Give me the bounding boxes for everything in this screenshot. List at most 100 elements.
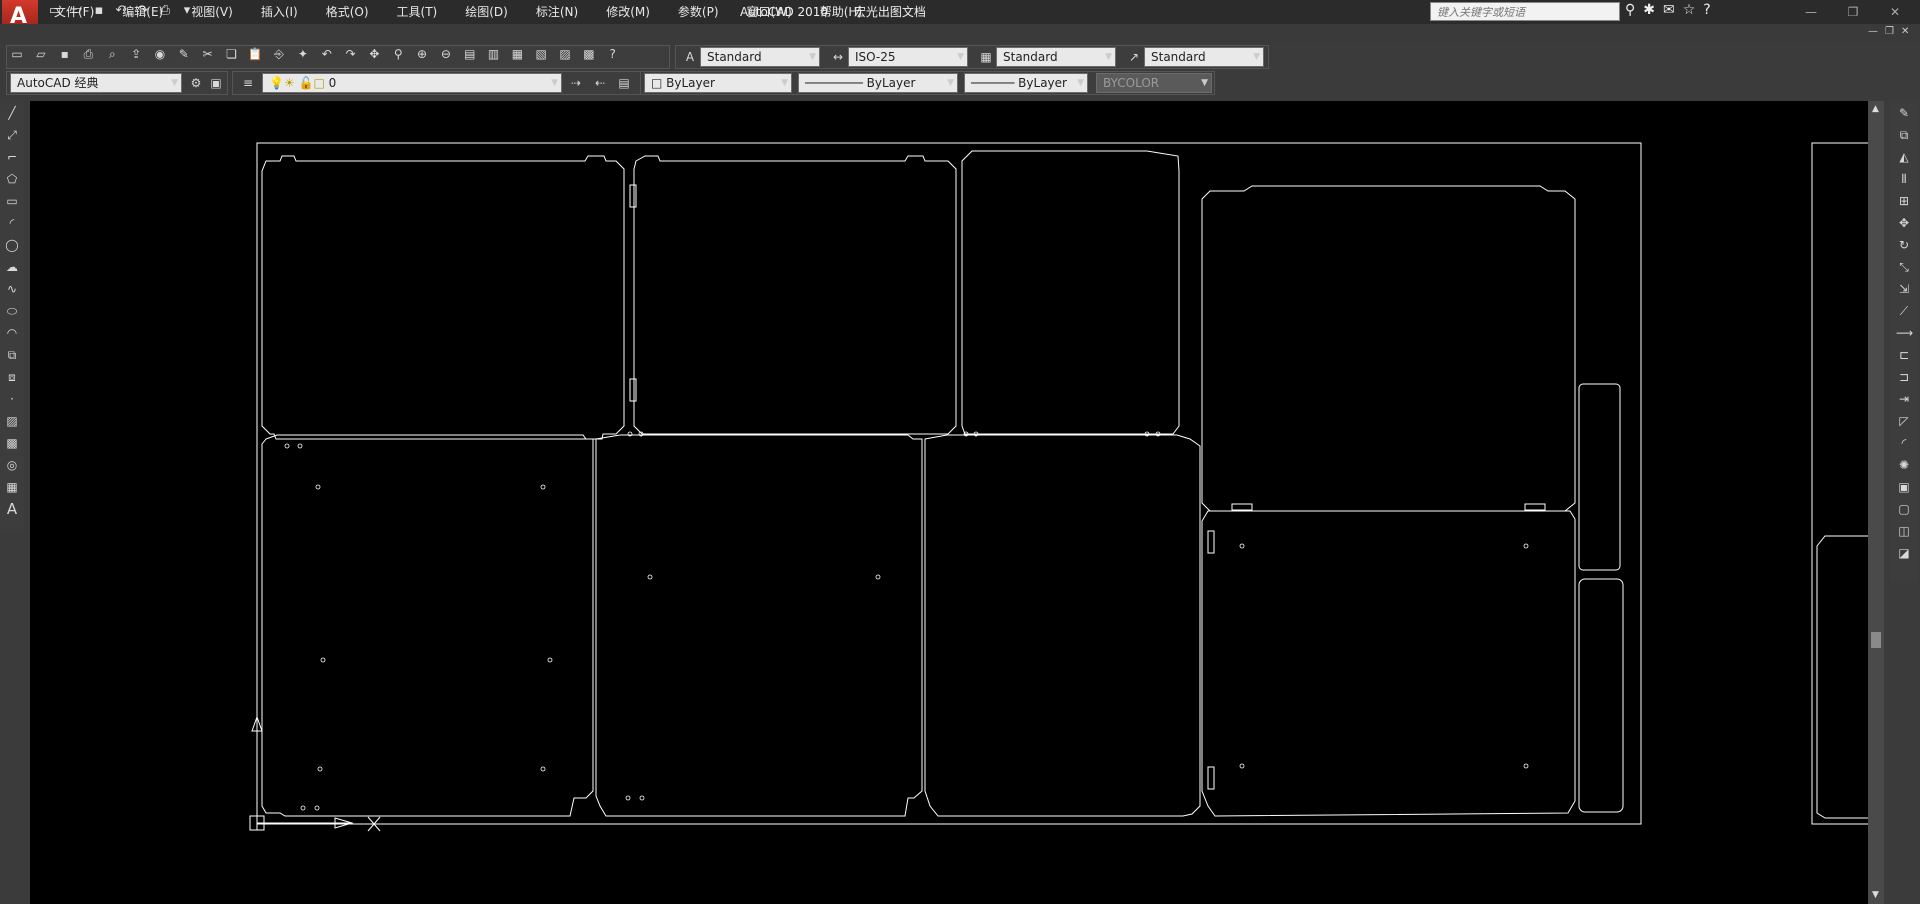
revision-cloud-icon[interactable]: ☁ bbox=[4, 259, 20, 275]
break-at-point-icon[interactable]: ⊏ bbox=[1896, 347, 1912, 363]
menu-item[interactable]: 文件(F) bbox=[54, 3, 94, 20]
scale-icon[interactable]: ⤡ bbox=[1896, 259, 1912, 275]
menu-item[interactable]: 窗口(W) bbox=[747, 3, 792, 20]
tool-palettes-icon[interactable]: ▦ bbox=[509, 46, 525, 62]
menu-item[interactable]: 参数(P) bbox=[678, 3, 719, 20]
array-icon[interactable]: ⊞ bbox=[1896, 193, 1912, 209]
etransmit-icon[interactable]: ✎ bbox=[176, 46, 192, 62]
plot-preview-icon[interactable]: ⌕ bbox=[104, 46, 120, 62]
dim-style-select[interactable]: ISO-25 ▼ bbox=[848, 47, 968, 67]
publish-icon[interactable]: ⇪ bbox=[128, 46, 144, 62]
save-icon[interactable]: ▪ bbox=[57, 46, 73, 62]
workspace-select[interactable]: AutoCAD 经典 ▼ bbox=[10, 73, 182, 93]
layer-properties-icon[interactable]: ≡ bbox=[240, 75, 256, 91]
menu-item[interactable]: 绘图(D) bbox=[465, 3, 508, 20]
zoom-realtime-icon[interactable]: ⚲ bbox=[390, 46, 406, 62]
subscription-icon[interactable]: ✱ bbox=[1643, 2, 1655, 18]
favorites-star-icon[interactable]: ☆ bbox=[1683, 2, 1696, 18]
explode-icon[interactable]: ✺ bbox=[1896, 457, 1912, 473]
trim-icon[interactable]: ⟋ bbox=[1896, 303, 1912, 319]
region-icon[interactable]: ◎ bbox=[4, 457, 20, 473]
minimize-icon[interactable]: — bbox=[1790, 1, 1832, 23]
chamfer-icon[interactable]: ◸ bbox=[1896, 413, 1912, 429]
help-icon[interactable]: ? bbox=[1703, 2, 1710, 18]
move-icon[interactable]: ✥ bbox=[1896, 215, 1912, 231]
binoculars-icon[interactable]: ⚲ bbox=[1625, 2, 1635, 18]
spline-icon[interactable]: ∿ bbox=[4, 281, 20, 297]
quickcalc-icon[interactable]: ▩ bbox=[581, 46, 597, 62]
scroll-down-icon[interactable]: ▼ bbox=[1872, 890, 1879, 900]
color-select[interactable]: □ ByLayer ▼ bbox=[644, 73, 792, 93]
linetype-select[interactable]: ──────── ByLayer ▼ bbox=[798, 73, 958, 93]
plot-icon[interactable]: ⎙ bbox=[80, 46, 96, 62]
close-icon[interactable]: ✕ bbox=[1874, 1, 1916, 23]
zoom-window-icon[interactable]: ⊕ bbox=[414, 46, 430, 62]
stretch-icon[interactable]: ⇲ bbox=[1896, 281, 1912, 297]
dim-style-icon[interactable]: ↔ bbox=[830, 49, 846, 65]
copy-object-icon[interactable]: ⧉ bbox=[1896, 127, 1912, 143]
construction-line-icon[interactable]: ⤢ bbox=[4, 127, 20, 143]
draworder-under-icon[interactable]: ◪ bbox=[1896, 545, 1912, 561]
draworder-above-icon[interactable]: ◫ bbox=[1896, 523, 1912, 539]
make-current-icon[interactable]: ⇢ bbox=[568, 75, 584, 91]
layer-state-icon[interactable]: ▤ bbox=[616, 75, 632, 91]
polygon-icon[interactable]: ⬠ bbox=[4, 171, 20, 187]
erase-icon[interactable]: ✎ bbox=[1896, 105, 1912, 121]
workspace-settings-icon[interactable]: ⚙ bbox=[188, 75, 204, 91]
extend-icon[interactable]: ⟶ bbox=[1896, 325, 1913, 341]
vertical-scrollbar[interactable] bbox=[1868, 101, 1884, 904]
hatch-icon[interactable]: ▨ bbox=[4, 413, 20, 429]
qnew-icon[interactable]: ▭ bbox=[9, 46, 25, 62]
doc-close-icon[interactable]: ✕ bbox=[1901, 26, 1909, 37]
break-icon[interactable]: ⊐ bbox=[1896, 369, 1912, 385]
join-icon[interactable]: ⇥ bbox=[1896, 391, 1912, 407]
markup-icon[interactable]: ▨ bbox=[557, 46, 573, 62]
multileader-style-icon[interactable]: ↗ bbox=[1126, 49, 1142, 65]
zoom-previous-icon[interactable]: ⊖ bbox=[438, 46, 454, 62]
search-input[interactable]: 键入关键字或短语 bbox=[1430, 2, 1620, 21]
undo-icon[interactable]: ↶ bbox=[319, 46, 335, 62]
layer-previous-icon[interactable]: ⇠ bbox=[592, 75, 608, 91]
text-style-icon[interactable]: A bbox=[682, 49, 698, 65]
multiline-text-icon[interactable]: A bbox=[4, 501, 20, 517]
offset-icon[interactable]: ⫴ bbox=[1896, 171, 1912, 187]
table-icon[interactable]: ▦ bbox=[4, 479, 20, 495]
fillet-icon[interactable]: ◜ bbox=[1896, 435, 1912, 451]
cut-icon[interactable]: ✂ bbox=[200, 46, 216, 62]
drawing-area[interactable] bbox=[30, 101, 1868, 904]
insert-block-icon[interactable]: ⧉ bbox=[4, 347, 20, 363]
pan-icon[interactable]: ✥ bbox=[366, 46, 382, 62]
redo-icon[interactable]: ↷ bbox=[343, 46, 359, 62]
menu-item[interactable]: 修改(M) bbox=[606, 3, 650, 20]
paste-icon[interactable]: 📋 bbox=[247, 46, 263, 62]
layer-select[interactable]: 💡☀ 🔓□ 0 ▼ bbox=[262, 73, 562, 93]
ellipse-arc-icon[interactable]: ◠ bbox=[4, 325, 20, 341]
line-icon[interactable]: ╱ bbox=[4, 105, 20, 121]
menu-item[interactable]: 工具(T) bbox=[397, 3, 438, 20]
3d-dwf-icon[interactable]: ◉ bbox=[152, 46, 168, 62]
copy-icon[interactable]: ❏ bbox=[223, 46, 239, 62]
table-style-select[interactable]: Standard ▼ bbox=[996, 47, 1116, 67]
rectangle-icon[interactable]: ▭ bbox=[4, 193, 20, 209]
gradient-icon[interactable]: ▩ bbox=[4, 435, 20, 451]
arc-icon[interactable]: ◜ bbox=[4, 215, 20, 231]
mirror-icon[interactable]: ◭ bbox=[1896, 149, 1912, 165]
communication-icon[interactable]: ✉ bbox=[1663, 2, 1675, 18]
menu-item[interactable]: 插入(I) bbox=[261, 3, 298, 20]
help-icon[interactable]: ? bbox=[605, 46, 621, 62]
lineweight-select[interactable]: ────── ByLayer ▼ bbox=[964, 73, 1088, 93]
circle-icon[interactable]: ◯ bbox=[4, 237, 20, 253]
menu-item[interactable]: 标注(N) bbox=[536, 3, 578, 20]
draworder-back-icon[interactable]: ▢ bbox=[1896, 501, 1912, 517]
scroll-up-icon[interactable]: ▲ bbox=[1872, 104, 1879, 114]
properties-icon[interactable]: ▤ bbox=[462, 46, 478, 62]
scroll-thumb[interactable] bbox=[1871, 632, 1881, 648]
menu-item[interactable]: 格式(O) bbox=[326, 3, 369, 20]
text-style-select[interactable]: Standard ▼ bbox=[700, 47, 820, 67]
menu-item[interactable]: 编辑(E) bbox=[122, 3, 163, 20]
block-editor-icon[interactable]: ✦ bbox=[295, 46, 311, 62]
point-icon[interactable]: · bbox=[4, 391, 20, 407]
design-center-icon[interactable]: ▥ bbox=[486, 46, 502, 62]
my-workspace-icon[interactable]: ▣ bbox=[208, 75, 224, 91]
rotate-icon[interactable]: ↻ bbox=[1896, 237, 1912, 253]
